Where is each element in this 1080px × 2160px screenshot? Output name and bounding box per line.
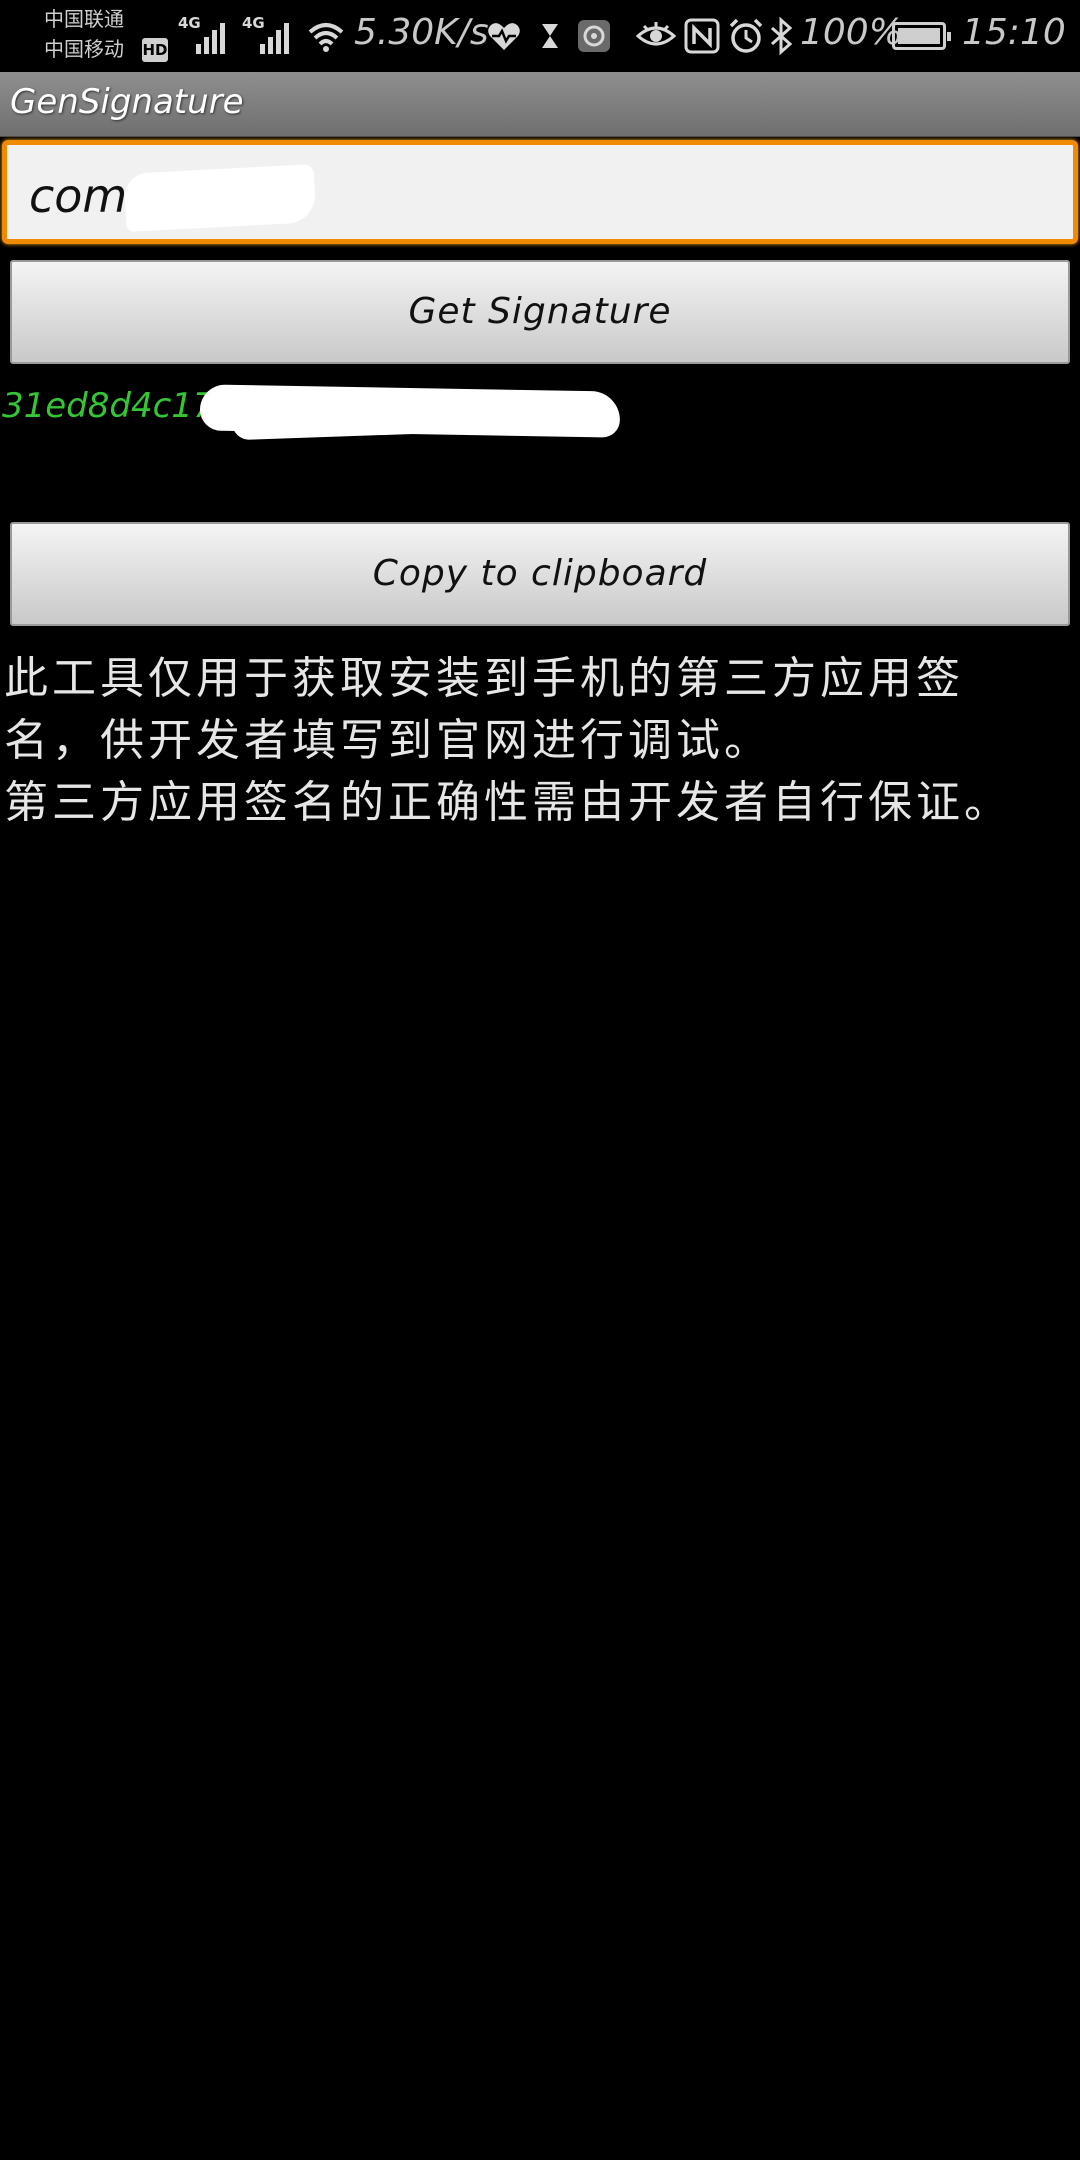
- alarm-icon: [726, 16, 766, 56]
- clock: 15:10: [962, 12, 1066, 53]
- copy-to-clipboard-button[interactable]: Copy to clipboard: [10, 522, 1070, 626]
- notice-line-2: 名，供开发者填写到官网进行调试。: [4, 715, 772, 766]
- status-bar: 中国联通 中国移动 HD 4G 4G 5.30K/s 100% 15:10: [0, 0, 1080, 72]
- app-notification-icon: [574, 16, 614, 56]
- signal-bars-icon: [260, 20, 296, 54]
- heart-rate-icon: [484, 16, 524, 56]
- notice-text: 此工具仅用于获取安装到手机的第三方应用签 名，供开发者填写到官网进行调试。 第三…: [4, 648, 1074, 834]
- wifi-icon: [306, 16, 346, 56]
- nfc-icon: [682, 16, 722, 56]
- signal-bars-icon: [196, 20, 232, 54]
- bluetooth-icon: [766, 16, 796, 56]
- notice-line-3: 第三方应用签名的正确性需由开发者自行保证。: [4, 777, 1012, 828]
- hd-badge: HD: [142, 38, 168, 62]
- battery-percent: 100%: [800, 12, 903, 53]
- eye-icon: [635, 16, 677, 56]
- app-title-bar: GenSignature: [0, 72, 1080, 137]
- notice-line-1: 此工具仅用于获取安装到手机的第三方应用签: [4, 653, 964, 704]
- app-title: GenSignature: [10, 82, 244, 122]
- hourglass-icon: [530, 16, 570, 56]
- network-speed: 5.30K/s: [354, 12, 489, 53]
- battery-icon: [892, 22, 951, 50]
- redaction-mark: [123, 164, 317, 232]
- get-signature-button[interactable]: Get Signature: [10, 260, 1070, 364]
- carrier-1: 中国联通: [44, 7, 124, 31]
- package-name-input[interactable]: com.: [2, 140, 1078, 244]
